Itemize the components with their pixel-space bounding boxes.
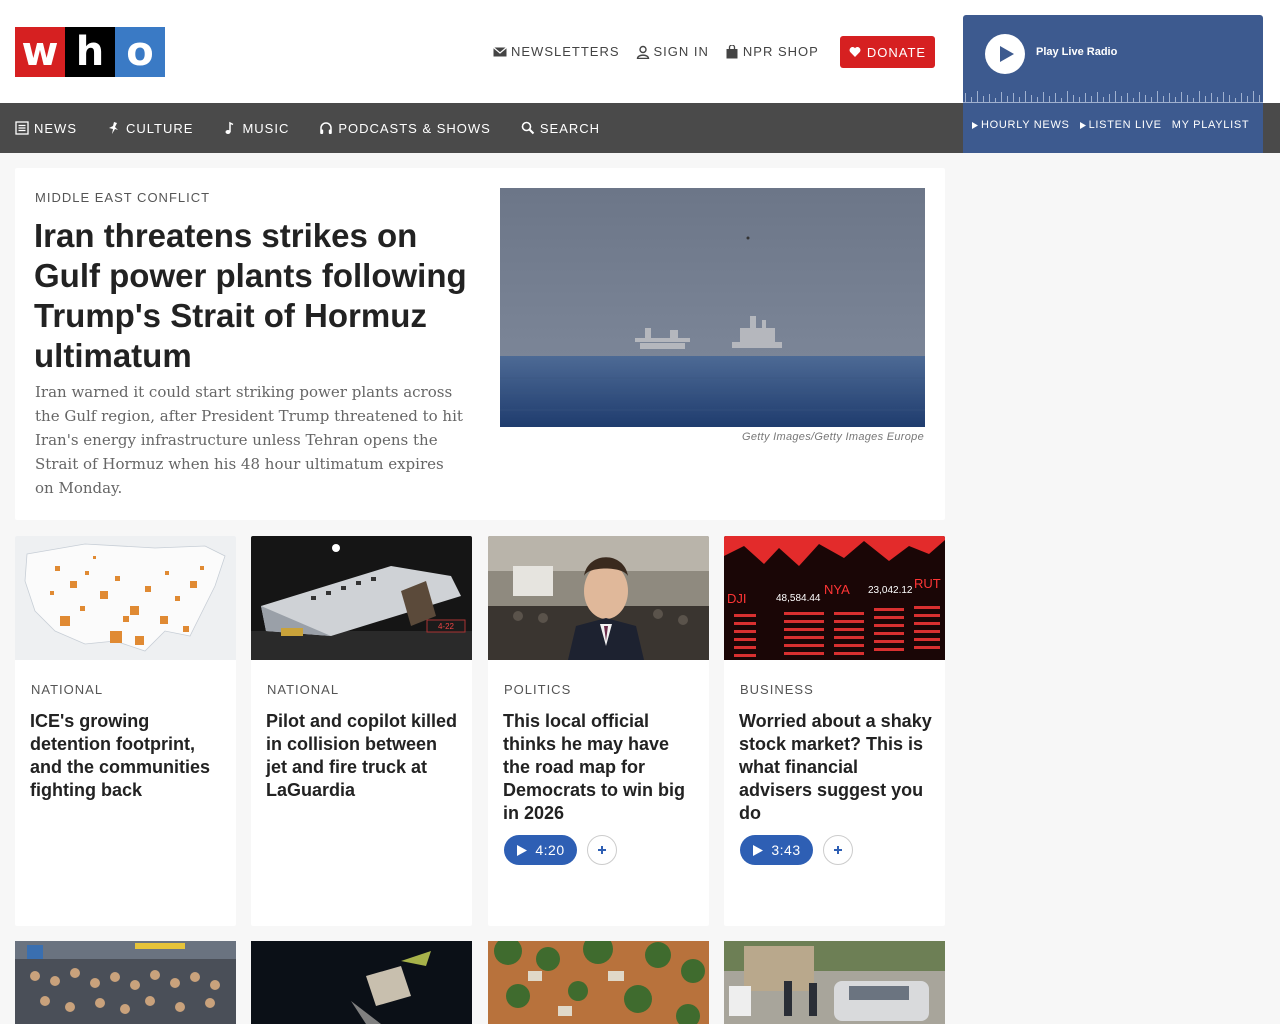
- waveform-graphic: [963, 91, 1263, 103]
- add-to-playlist-button[interactable]: [587, 835, 617, 865]
- news-icon: [15, 121, 29, 135]
- envelope-icon: [493, 46, 507, 56]
- hourly-news-label: HOURLY NEWS: [981, 119, 1070, 131]
- play-small-icon: [1079, 121, 1086, 129]
- nav-item-label: SEARCH: [539, 120, 601, 136]
- story-card-politics: POLITICS This local official thinks he m…: [488, 536, 709, 926]
- live-radio-player: Play Live Radio HOURLY NEWS LISTEN LIVE …: [963, 15, 1263, 153]
- nav-item-culture[interactable]: CULTURE: [107, 121, 193, 136]
- culture-icon: [109, 122, 118, 134]
- logo-letter-h: h: [65, 27, 115, 77]
- nav-item-label: MUSIC: [242, 120, 290, 136]
- story-card-business: DJI 48,584.44 NYA 23,042.12 RUT BUSINESS…: [724, 536, 945, 926]
- stock-label-nya: NYA: [824, 582, 850, 597]
- story-title[interactable]: Pilot and copilot killed in collision be…: [266, 710, 461, 802]
- sign-in-label: SIGN IN: [653, 44, 709, 59]
- main-nav: NEWS CULTURE MUSIC PODCASTS & SHOWS SEAR…: [15, 103, 600, 153]
- story-category[interactable]: NATIONAL: [267, 682, 339, 697]
- plus-icon: [598, 846, 606, 854]
- story-title[interactable]: This local official thinks he may have t…: [503, 710, 698, 825]
- story-thumbnail-street[interactable]: [724, 941, 945, 1024]
- donate-label: DONATE: [866, 44, 927, 60]
- sign-in-link[interactable]: SIGN IN: [636, 44, 709, 59]
- story-title[interactable]: ICE's growing detention footprint, and t…: [30, 710, 225, 802]
- site-logo[interactable]: w h o: [15, 27, 165, 77]
- audio-controls: 3:43: [740, 835, 853, 865]
- play-small-icon: [972, 121, 978, 129]
- story-thumbnail-dark[interactable]: [251, 941, 472, 1024]
- utility-nav: NEWSLETTERS SIGN IN NPR SHOP: [493, 44, 819, 59]
- nav-item-label: PODCASTS & SHOWS: [338, 120, 491, 136]
- shop-link[interactable]: NPR SHOP: [725, 44, 819, 59]
- story-thumbnail-plane[interactable]: 4-22: [251, 536, 472, 660]
- my-playlist-link[interactable]: MY PLAYLIST: [1172, 119, 1250, 131]
- donate-button[interactable]: DONATE: [840, 36, 935, 68]
- newsletters-link[interactable]: NEWSLETTERS: [493, 44, 620, 59]
- featured-image-credit: Getty Images/Getty Images Europe: [741, 431, 924, 443]
- featured-teaser: Iran warned it could start striking powe…: [35, 383, 463, 497]
- heart-icon: [849, 47, 861, 57]
- nav-item-label: CULTURE: [126, 120, 194, 136]
- story-category[interactable]: BUSINESS: [740, 682, 814, 697]
- featured-category[interactable]: MIDDLE EAST CONFLICT: [35, 190, 210, 205]
- add-to-playlist-button[interactable]: [823, 835, 853, 865]
- nav-item-label: NEWS: [34, 120, 77, 136]
- stock-value-nya: 23,042.12: [868, 585, 913, 596]
- music-note-icon: [225, 121, 234, 134]
- story-thumbnail-map[interactable]: [15, 536, 236, 660]
- play-audio-button[interactable]: 3:43: [740, 835, 813, 865]
- play-live-radio-button[interactable]: [985, 34, 1025, 74]
- story-card-ice: NATIONAL ICE's growing detention footpri…: [15, 536, 236, 926]
- audio-duration: 4:20: [535, 842, 565, 858]
- my-playlist-label: MY PLAYLIST: [1171, 119, 1250, 131]
- nav-item-podcasts[interactable]: PODCASTS & SHOWS: [319, 121, 491, 136]
- nav-item-music[interactable]: MUSIC: [223, 121, 289, 136]
- story-category[interactable]: NATIONAL: [31, 682, 103, 697]
- nav-item-search[interactable]: SEARCH: [521, 121, 600, 136]
- story-thumbnail-stock-board[interactable]: DJI 48,584.44 NYA 23,042.12 RUT: [724, 536, 945, 660]
- player-links: HOURLY NEWS LISTEN LIVE MY PLAYLIST: [972, 119, 1249, 131]
- shopping-bag-icon: [726, 44, 738, 58]
- stock-label-dji: DJI: [727, 591, 747, 606]
- story-thumbnail-official[interactable]: [488, 536, 709, 660]
- audio-controls: 4:20: [504, 835, 617, 865]
- featured-story: MIDDLE EAST CONFLICT Iran threatens stri…: [15, 168, 945, 520]
- story-thumbnail-crowd[interactable]: [15, 941, 236, 1024]
- headphones-icon: [320, 122, 333, 134]
- story-card-laguardia: 4-22 NATIONAL Pilot and copilot killed i…: [251, 536, 472, 926]
- featured-image[interactable]: [500, 188, 925, 427]
- story-thumbnail-flood[interactable]: [488, 941, 709, 1024]
- plane-badge: 4-22: [438, 622, 455, 631]
- nav-item-news[interactable]: NEWS: [15, 121, 77, 136]
- play-audio-button[interactable]: 4:20: [504, 835, 577, 865]
- logo-letter-o: o: [115, 27, 165, 77]
- story-category[interactable]: POLITICS: [504, 682, 571, 697]
- user-icon: [636, 45, 649, 59]
- listen-live-label: LISTEN LIVE: [1088, 119, 1162, 131]
- listen-live-link[interactable]: LISTEN LIVE: [1079, 119, 1162, 131]
- newsletters-label: NEWSLETTERS: [511, 44, 620, 59]
- play-icon: [517, 844, 528, 856]
- stock-value-dji: 48,584.44: [776, 593, 821, 604]
- plus-icon: [834, 846, 842, 854]
- search-icon: [521, 121, 535, 135]
- audio-duration: 3:43: [771, 842, 801, 858]
- shop-label: NPR SHOP: [742, 44, 819, 59]
- play-icon: [999, 46, 1014, 62]
- play-live-radio-label: Play Live Radio: [1036, 46, 1118, 58]
- logo-letter-w: w: [15, 27, 65, 77]
- hourly-news-link[interactable]: HOURLY NEWS: [972, 119, 1070, 131]
- play-icon: [753, 844, 764, 856]
- story-title[interactable]: Worried about a shaky stock market? This…: [739, 710, 934, 825]
- featured-title[interactable]: Iran threatens strikes on Gulf power pla…: [34, 216, 474, 376]
- stock-label-rut: RUT: [914, 576, 941, 591]
